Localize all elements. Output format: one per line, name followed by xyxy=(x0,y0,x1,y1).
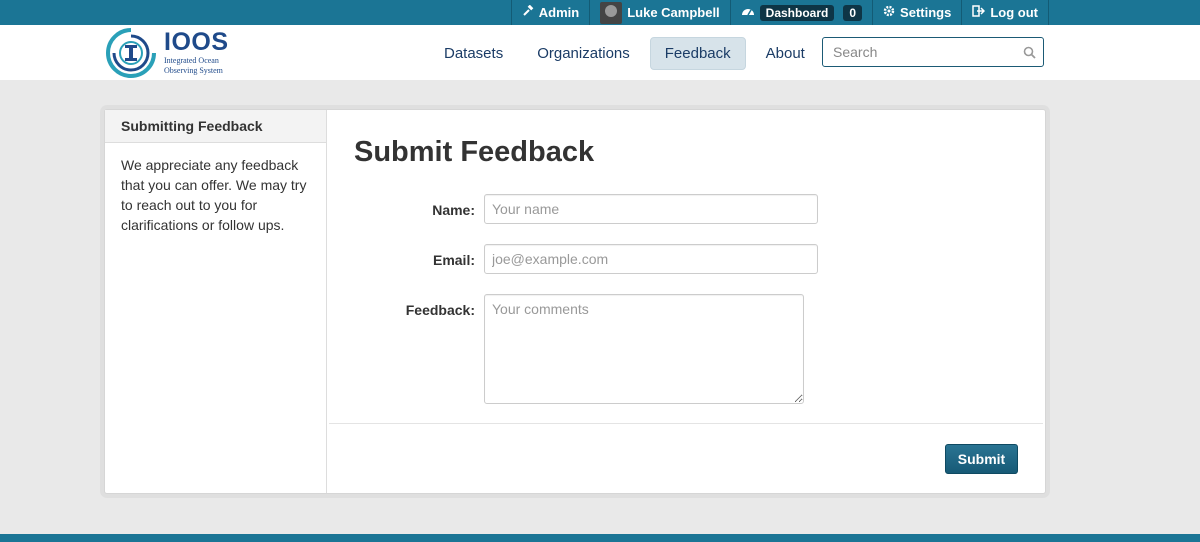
page-title: Submit Feedback xyxy=(354,136,595,168)
dashboard-icon xyxy=(741,5,755,20)
search-icon[interactable] xyxy=(1015,46,1043,59)
logout-label: Log out xyxy=(990,5,1038,20)
logo-title: IOOS xyxy=(164,27,229,56)
feedback-label: Feedback: xyxy=(405,302,475,318)
gavel-icon xyxy=(522,4,534,20)
ioos-logo-mark-icon xyxy=(106,27,156,78)
search-input[interactable] xyxy=(823,38,1015,66)
feedback-textarea[interactable] xyxy=(484,294,804,404)
avatar xyxy=(600,1,623,24)
user-name: Luke Campbell xyxy=(627,5,720,20)
footer-bar xyxy=(0,534,1200,542)
admin-label: Admin xyxy=(538,5,580,20)
form-actions: Submit xyxy=(329,423,1043,491)
search-box xyxy=(822,37,1044,67)
settings-label: Settings xyxy=(900,5,952,20)
nav-feedback[interactable]: Feedback xyxy=(649,37,746,70)
sidebar-description: We appreciate any feedback that you can … xyxy=(121,157,307,233)
logo-subtitle-line1: Integrated Ocean xyxy=(164,55,219,65)
user-profile-link[interactable]: Luke Campbell xyxy=(590,0,731,25)
sidebar-heading: Submitting Feedback xyxy=(105,110,326,143)
logo-subtitle-line2: Observing System xyxy=(164,66,223,75)
admin-link[interactable]: Admin xyxy=(512,0,591,25)
sidebar: Submitting Feedback We appreciate any fe… xyxy=(105,110,327,493)
account-menu: Admin Luke Campbell Dashboard 0 Settings… xyxy=(510,0,1049,25)
dashboard-link[interactable]: Dashboard 0 xyxy=(731,0,874,25)
dashboard-label: Dashboard xyxy=(759,4,835,21)
feedback-panel: Submitting Feedback We appreciate any fe… xyxy=(104,109,1046,494)
feedback-form: Submit Feedback Name: Email: Feedback: S… xyxy=(327,110,1045,493)
site-header: IOOS Integrated Ocean Observing System D… xyxy=(0,25,1200,80)
settings-link[interactable]: Settings xyxy=(873,0,963,25)
main-nav: Datasets Organizations Feedback About xyxy=(430,37,819,70)
name-field[interactable] xyxy=(484,194,818,224)
submit-button[interactable]: Submit xyxy=(945,444,1018,474)
email-field[interactable] xyxy=(484,244,818,274)
dashboard-count-badge: 0 xyxy=(843,4,863,21)
nav-datasets[interactable]: Datasets xyxy=(430,37,517,70)
logout-link[interactable]: Log out xyxy=(962,0,1049,25)
email-label: Email: xyxy=(432,252,475,268)
nav-about[interactable]: About xyxy=(752,37,819,70)
gear-icon xyxy=(883,5,895,20)
name-label: Name: xyxy=(432,202,475,218)
sign-out-icon xyxy=(972,5,986,20)
nav-organizations[interactable]: Organizations xyxy=(523,37,644,70)
account-bar: Admin Luke Campbell Dashboard 0 Settings… xyxy=(0,0,1200,25)
ioos-logo[interactable]: IOOS Integrated Ocean Observing System xyxy=(104,25,229,80)
